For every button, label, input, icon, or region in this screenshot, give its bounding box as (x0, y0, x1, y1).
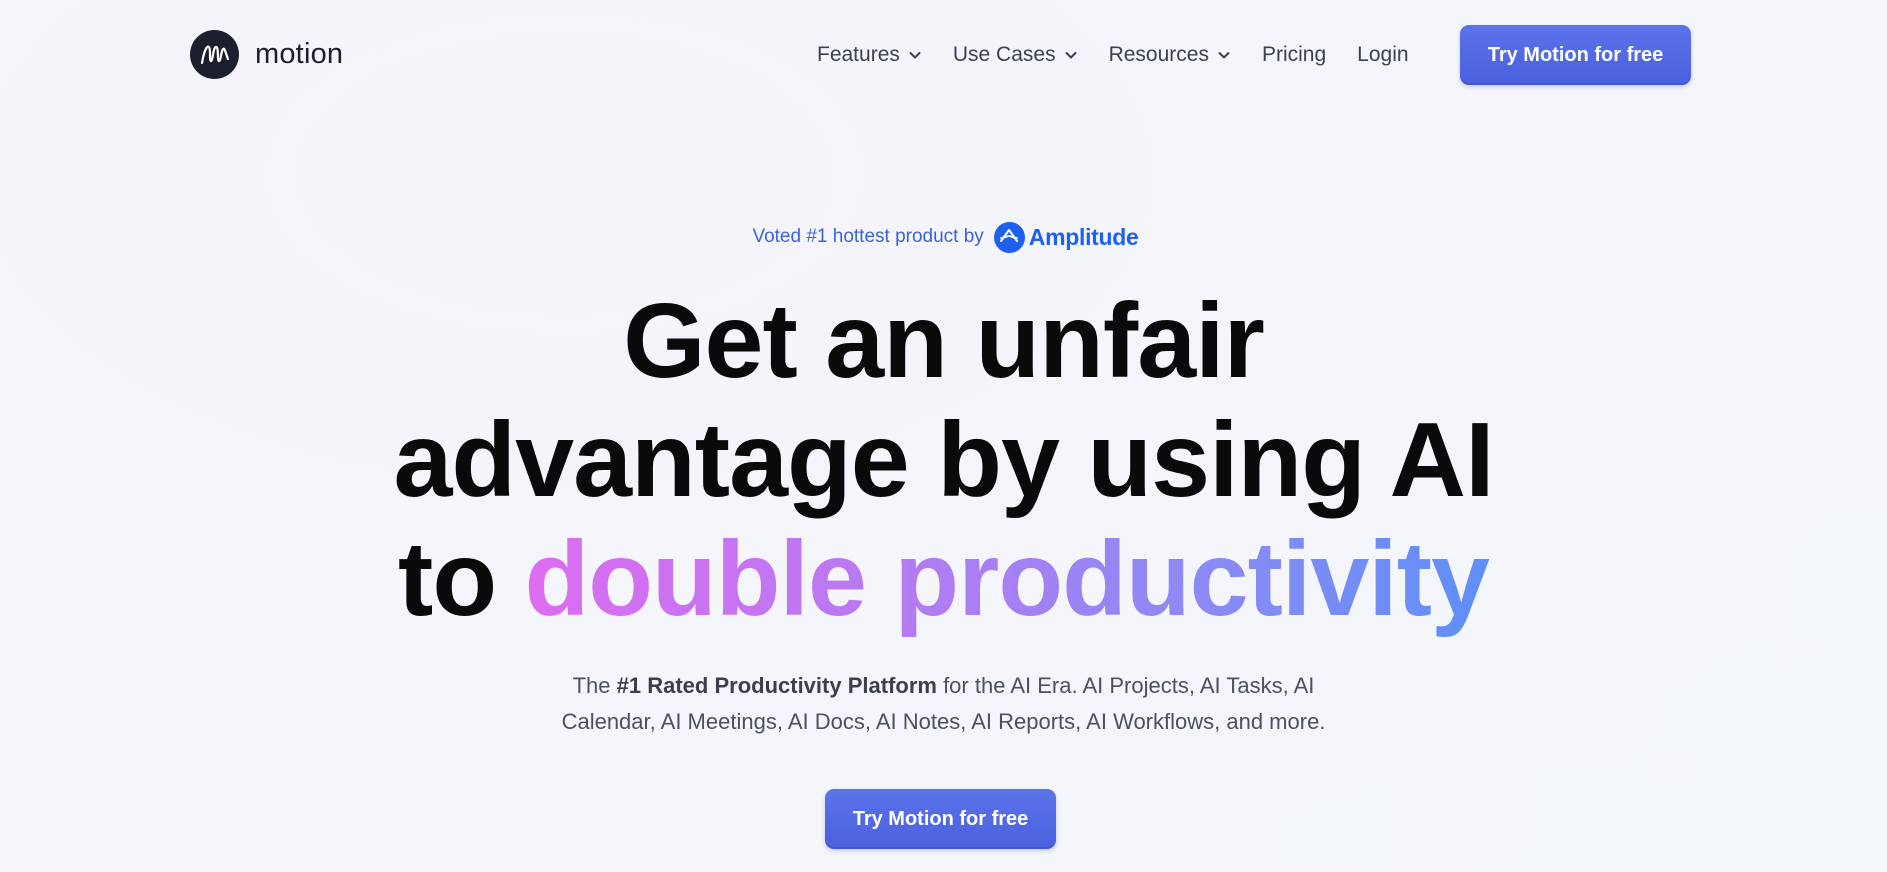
amplitude-brand[interactable]: Amplitude (993, 221, 1139, 253)
motion-logo-link[interactable]: motion (190, 30, 343, 79)
hero-headline: Get an unfair advantage by using AI to d… (0, 282, 1887, 639)
nav-item-label: Use Cases (952, 43, 1056, 66)
chevron-down-icon (1065, 52, 1077, 59)
amplitude-logo-icon (993, 221, 1025, 253)
chevron-down-icon (909, 52, 921, 59)
nav-item-pricing[interactable]: Pricing (1262, 43, 1326, 67)
subtitle-bold: #1 Rated Productivity Platform (616, 673, 937, 698)
nav-item-label: Resources (1108, 43, 1209, 66)
subtitle-rest: for the AI Era. AI Projects, AI Tasks, A… (936, 673, 1315, 698)
hero-try-free-button[interactable]: Try Motion for free (825, 789, 1056, 849)
headline-line-3-plain: to (398, 520, 525, 638)
headline-line-1: Get an unfair (623, 282, 1265, 400)
nav-item-label: Pricing (1261, 43, 1327, 66)
voted-text: Voted #1 hottest product by (752, 226, 984, 247)
button-label: Try Motion for free (1487, 43, 1664, 66)
subtitle-line-1: The #1 Rated Productivity Platform for t… (0, 668, 1887, 704)
amplitude-label: Amplitude (1028, 223, 1139, 250)
subtitle-prefix: The (572, 673, 617, 698)
nav-item-login[interactable]: Login (1357, 43, 1408, 67)
top-navigation: motion Features Use Cases Resources Pric… (0, 0, 1887, 110)
subtitle-line-2: Calendar, AI Meetings, AI Docs, AI Notes… (561, 709, 1326, 734)
nav-item-use-cases[interactable]: Use Cases (953, 43, 1078, 67)
headline-line-2: advantage by using AI (393, 401, 1494, 519)
headline-gradient-text: double productivity (524, 520, 1490, 638)
headline-line-3: to double productivity (0, 520, 1887, 639)
motion-m-logo-icon (190, 30, 239, 79)
nav-try-free-button[interactable]: Try Motion for free (1460, 25, 1691, 85)
brand-name: motion (255, 38, 344, 70)
voted-badge: Voted #1 hottest product by Amplitude (0, 220, 1887, 254)
nav-item-label: Features (817, 43, 900, 66)
nav-item-resources[interactable]: Resources (1109, 43, 1231, 67)
nav-item-label: Login (1357, 43, 1409, 66)
hero-subtitle: The #1 Rated Productivity Platform for t… (0, 668, 1887, 740)
button-label: Try Motion for free (852, 807, 1029, 830)
chevron-down-icon (1218, 52, 1230, 59)
nav-links: Features Use Cases Resources Pricing Log… (817, 0, 1440, 110)
nav-item-features[interactable]: Features (817, 43, 922, 67)
